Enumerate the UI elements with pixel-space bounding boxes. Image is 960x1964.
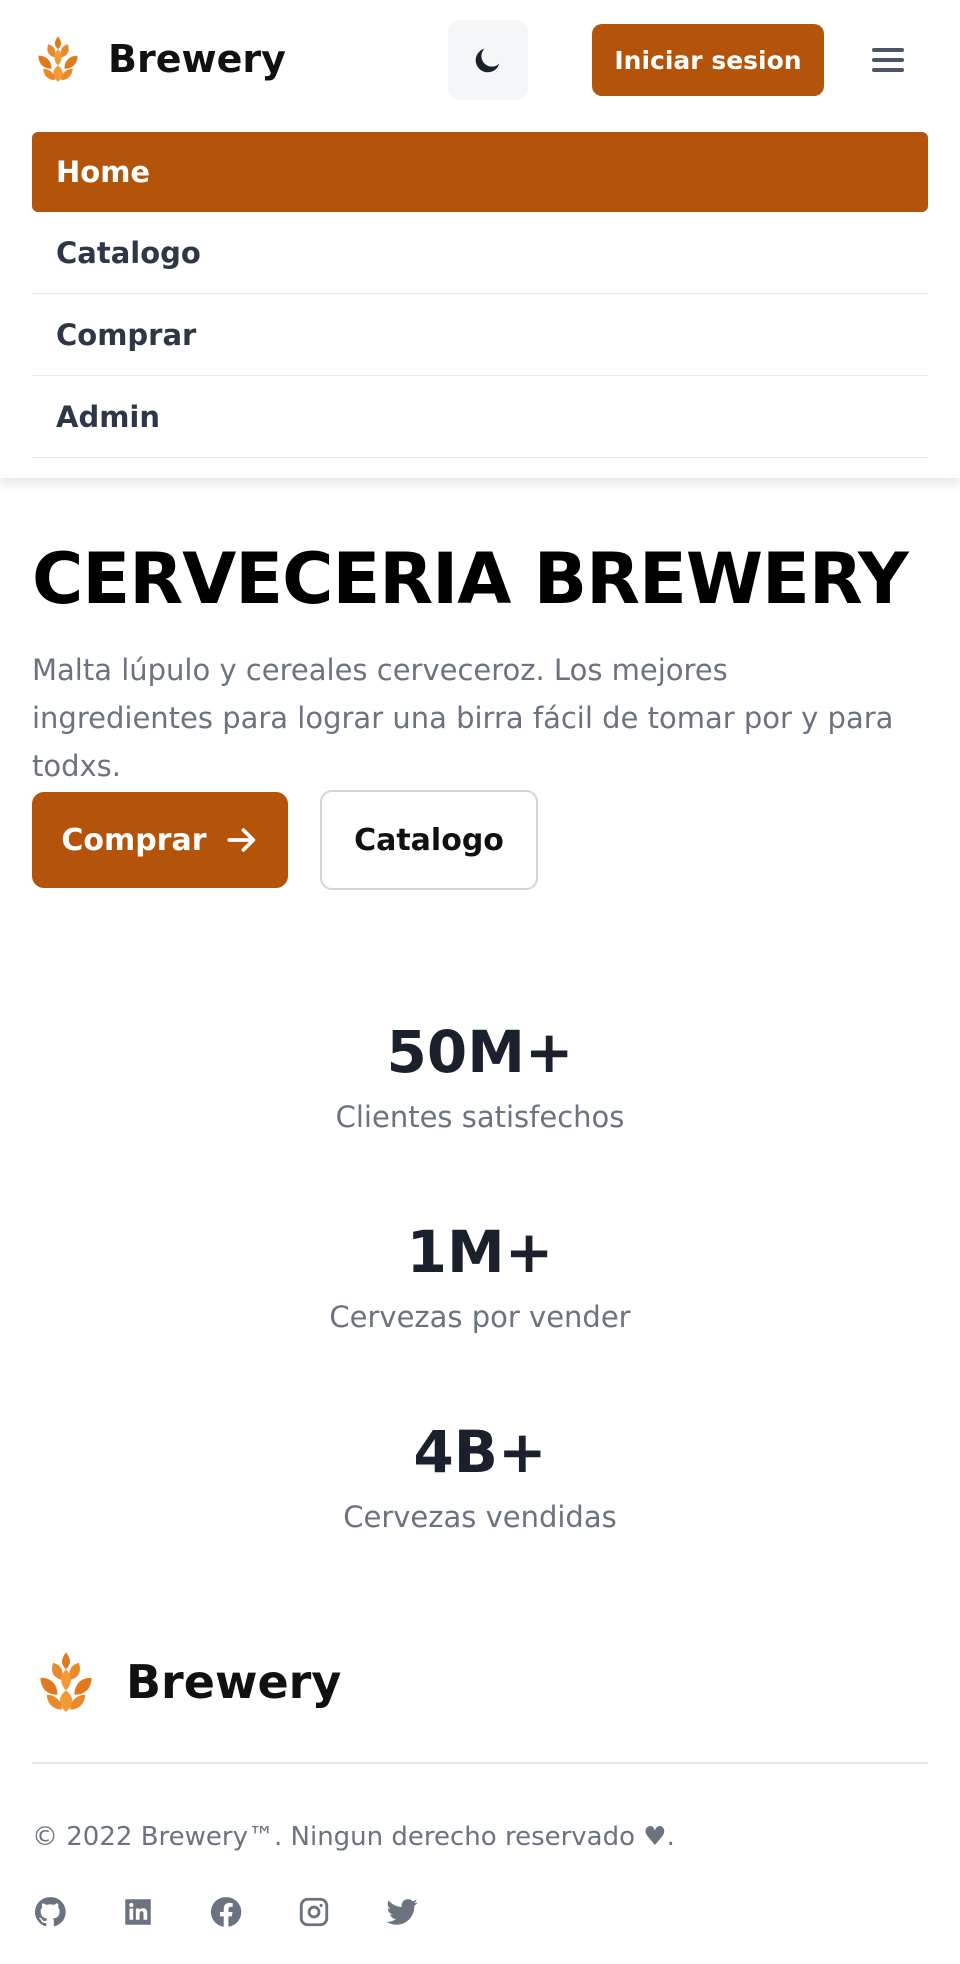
buy-button[interactable]: Comprar [32, 792, 288, 888]
footer-brand-name: Brewery [126, 1655, 342, 1709]
hamburger-menu-button[interactable] [864, 38, 912, 82]
twitter-link[interactable] [384, 1894, 420, 1930]
nav-item-catalogo[interactable]: Catalogo [32, 212, 928, 294]
arrow-right-icon [227, 828, 255, 852]
stat-label: Cervezas por vender [329, 1300, 631, 1334]
hero-title: CERVECERIA BREWERY [32, 538, 909, 620]
nav-item-home[interactable]: Home [32, 132, 928, 212]
site-header: Brewery Iniciar sesion Home Catalogo Com… [0, 0, 960, 478]
stat-clients: 50M+ Clientes satisfechos [0, 1018, 960, 1134]
stat-beers-sold: 4B+ Cervezas vendidas [0, 1418, 960, 1534]
footer-brand[interactable]: Brewery [32, 1648, 341, 1716]
login-button[interactable]: Iniciar sesion [592, 24, 824, 96]
github-icon [34, 1897, 66, 1927]
stat-label: Cervezas vendidas [343, 1500, 617, 1534]
instagram-icon [299, 1897, 329, 1927]
nav-item-admin[interactable]: Admin [32, 376, 928, 458]
hamburger-menu-icon [872, 48, 904, 72]
footer-divider [32, 1762, 928, 1764]
hop-logo-icon [40, 1652, 92, 1712]
stat-label: Clientes satisfechos [335, 1100, 625, 1134]
stat-value: 4B+ [413, 1418, 547, 1486]
hop-logo-icon [38, 36, 78, 82]
facebook-link[interactable] [208, 1894, 244, 1930]
twitter-icon [386, 1899, 418, 1925]
stat-value: 50M+ [386, 1018, 574, 1086]
linkedin-icon [125, 1899, 151, 1925]
facebook-icon [210, 1897, 242, 1927]
mobile-nav: Home Catalogo Comprar Admin [32, 132, 928, 458]
theme-toggle-button[interactable] [448, 20, 528, 100]
moon-icon [475, 48, 500, 73]
nav-item-comprar[interactable]: Comprar [32, 294, 928, 376]
social-links [32, 1894, 420, 1930]
brand-link[interactable]: Brewery [32, 33, 286, 85]
stat-beers-to-sell: 1M+ Cervezas por vender [0, 1218, 960, 1334]
catalog-button[interactable]: Catalogo [320, 790, 538, 890]
buy-button-label: Comprar [61, 822, 207, 858]
instagram-link[interactable] [296, 1894, 332, 1930]
stat-value: 1M+ [406, 1218, 554, 1286]
copyright-text: © 2022 Brewery™. Ningun derecho reservad… [32, 1822, 675, 1852]
hero-subtitle: Malta lúpulo y cereales cerveceroz. Los … [32, 653, 894, 783]
brand-name: Brewery [108, 37, 286, 81]
linkedin-link[interactable] [120, 1894, 156, 1930]
github-link[interactable] [32, 1894, 68, 1930]
